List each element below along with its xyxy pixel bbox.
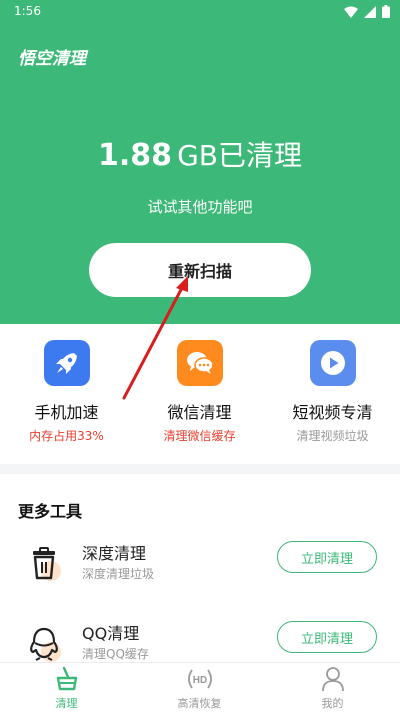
svg-text:HD: HD [192, 675, 206, 686]
nav-item-clean[interactable]: 清理 [0, 665, 133, 711]
nav-label: 高清恢复 [177, 697, 222, 710]
bottom-nav: 清理 HD 高清恢复 我的 [0, 662, 400, 713]
feature-phone-boost[interactable]: 手机加速 内存占用33% [0, 340, 133, 444]
tool-title: 深度清理 [82, 544, 147, 563]
broom-basket-icon [56, 666, 77, 691]
app-title: 悟空清理 [18, 49, 86, 69]
user-icon [321, 667, 344, 692]
cleaned-unit: GB已清理 [177, 139, 303, 172]
nav-label: 我的 [321, 697, 344, 710]
battery-icon [382, 5, 390, 18]
feature-title: 手机加速 [34, 403, 99, 422]
cleaned-size: 1.88 [97, 138, 172, 173]
nav-label: 清理 [55, 697, 78, 710]
hero-panel: 悟空清理 1.88 GB已清理 试试其他功能吧 重新扫描 [0, 24, 400, 324]
status-bar: 1:56 [0, 0, 400, 24]
rescan-button[interactable]: 重新扫描 [89, 243, 311, 297]
tool-title: QQ清理 [82, 624, 140, 643]
tool-subtitle: 深度清理垃圾 [82, 567, 155, 581]
feature-title: 短视频专清 [292, 403, 373, 422]
trash-bin-icon [33, 547, 61, 581]
signal-icon [364, 5, 376, 18]
more-tools-heading: 更多工具 [18, 502, 83, 521]
feature-subtitle: 清理微信缓存 [163, 429, 236, 443]
feature-title: 微信清理 [167, 403, 232, 422]
cleaned-result: 1.88 GB已清理 [0, 134, 400, 174]
video-play-icon [309, 340, 356, 386]
rocket-icon [43, 340, 90, 386]
nav-item-hd-recovery[interactable]: HD 高清恢复 [133, 665, 266, 711]
clean-now-button[interactable]: 立即清理 [277, 621, 377, 653]
wechat-icon [176, 340, 223, 386]
tool-subtitle: 清理QQ缓存 [82, 647, 149, 661]
nav-item-profile[interactable]: 我的 [266, 665, 399, 711]
tool-row-deep-clean: 深度清理 深度清理垃圾 立即清理 [0, 540, 400, 600]
feature-subtitle: 清理视频垃圾 [296, 429, 369, 443]
feature-wechat-clean[interactable]: 微信清理 清理微信缓存 [133, 340, 266, 444]
feature-subtitle: 内存占用33% [29, 429, 104, 443]
feature-short-video-clean[interactable]: 短视频专清 清理视频垃圾 [266, 340, 399, 444]
status-icons [344, 5, 390, 18]
hd-icon: HD [187, 669, 212, 689]
result-subtitle: 试试其他功能吧 [147, 198, 253, 216]
feature-row: 手机加速 内存占用33% 微信清理 清理微信缓存 短视频专清 清理视频垃圾 [0, 324, 400, 464]
clean-now-button[interactable]: 立即清理 [277, 541, 377, 573]
wifi-icon [344, 6, 358, 18]
status-time: 1:56 [14, 4, 41, 18]
qq-penguin-icon [30, 627, 61, 662]
